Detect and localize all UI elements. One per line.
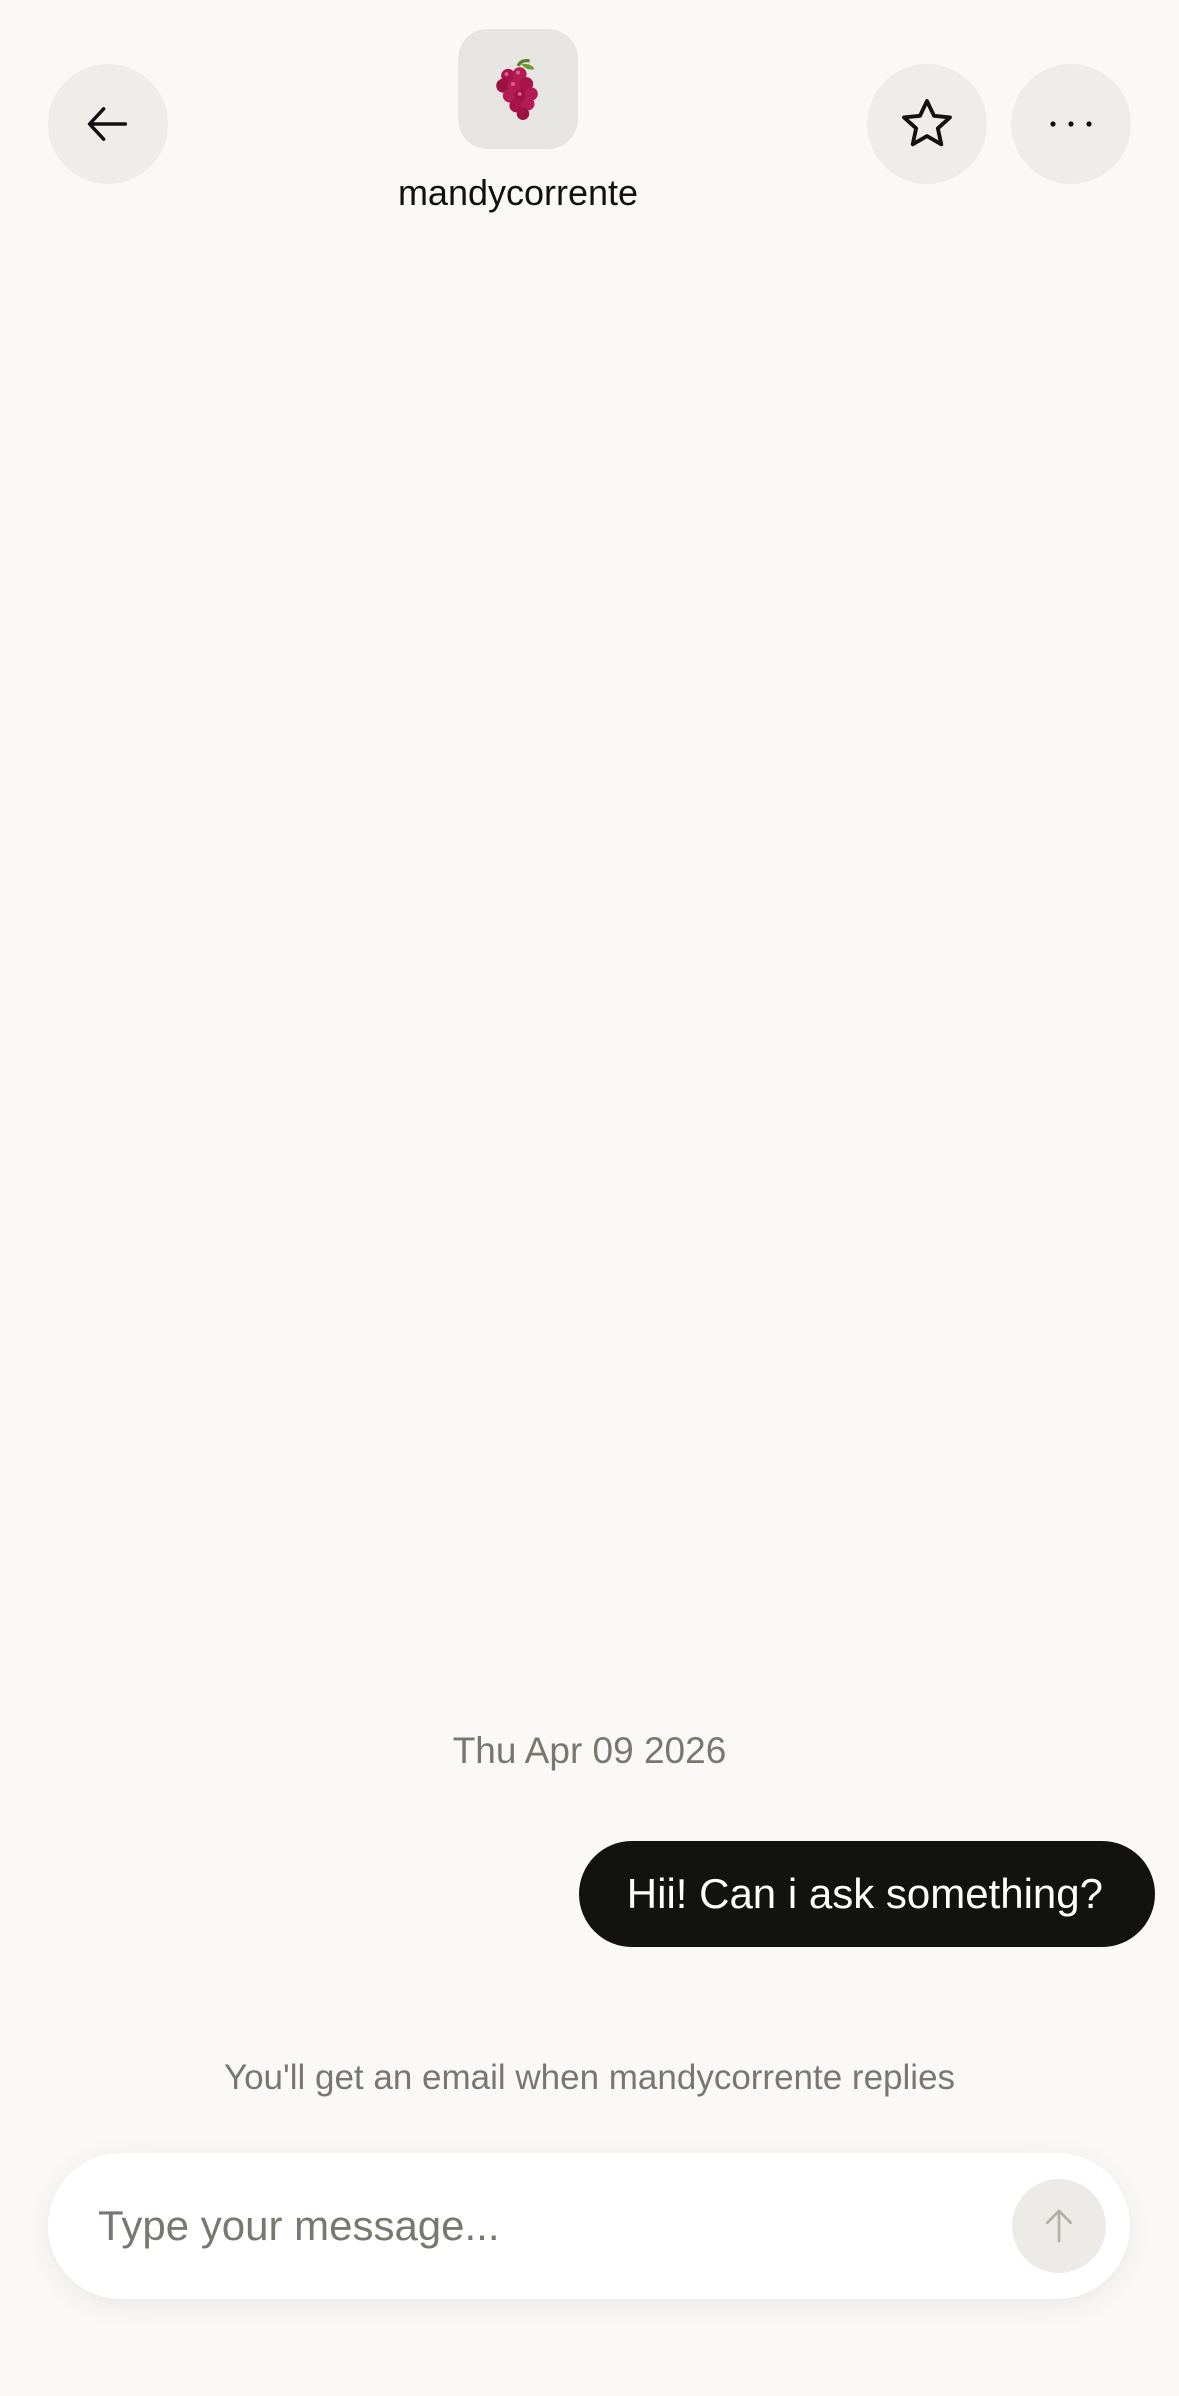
username[interactable]: mandycorrente — [318, 172, 718, 214]
email-notice: You'll get an email when mandycorrente r… — [223, 2058, 956, 2097]
send-button[interactable] — [1012, 2179, 1106, 2273]
back-button[interactable] — [48, 64, 168, 184]
grapes-icon — [496, 58, 538, 121]
avatar[interactable] — [458, 29, 578, 149]
arrow-left-icon — [87, 107, 128, 141]
sent-message: Hii! Can i ask something? — [578, 1841, 1155, 1947]
message-composer — [48, 2153, 1130, 2299]
favorite-button[interactable] — [867, 64, 987, 184]
date-separator: Thu Apr 09 2026 — [452, 1730, 727, 1771]
more-horizontal-icon — [1050, 121, 1092, 127]
arrow-up-icon — [1046, 2209, 1072, 2243]
star-icon — [902, 99, 952, 147]
message-input[interactable] — [96, 2185, 980, 2267]
more-options-button[interactable] — [1011, 64, 1131, 184]
